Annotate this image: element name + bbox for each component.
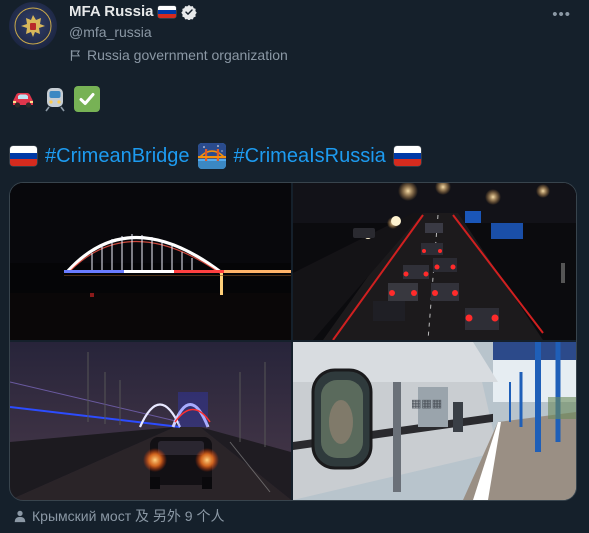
tagged-people-text: Крымский мост 及 另外 9 个人 bbox=[32, 508, 225, 524]
russia-flag-icon bbox=[10, 146, 37, 166]
account-name-row: MFA Russia bbox=[69, 3, 198, 20]
person-icon bbox=[14, 510, 26, 523]
avatar[interactable] bbox=[9, 2, 57, 50]
check-mark-icon bbox=[74, 86, 100, 112]
org-label: Russia government organization bbox=[69, 47, 288, 63]
media-grid: ▦▦▦ bbox=[9, 182, 577, 501]
hashtag-crimean-bridge[interactable]: #CrimeanBridge bbox=[45, 145, 190, 168]
russia-flag-icon bbox=[158, 5, 177, 18]
tagged-people[interactable]: Крымский мост 及 另外 9 个人 bbox=[13, 506, 224, 526]
bridge-car-tail-lights-image[interactable] bbox=[10, 342, 291, 500]
emoji-line bbox=[10, 86, 100, 112]
flag-outline-icon bbox=[70, 49, 81, 61]
hashtag-line: #CrimeanBridge #CrimeaIsRussia bbox=[10, 143, 421, 169]
car-icon bbox=[10, 86, 36, 112]
bridge-arch-night-image[interactable] bbox=[10, 183, 291, 340]
bridge-at-night-icon bbox=[197, 143, 226, 169]
svg-text:▦▦▦: ▦▦▦ bbox=[411, 398, 442, 410]
tweet-card: MFA Russia @mfa_russia Russia government… bbox=[0, 0, 589, 533]
account-name[interactable]: MFA Russia bbox=[69, 3, 153, 20]
account-handle[interactable]: @mfa_russia bbox=[69, 24, 152, 40]
hashtag-crimea-is-russia[interactable]: #CrimeaIsRussia bbox=[234, 145, 386, 168]
org-label-text: Russia government organization bbox=[87, 47, 288, 63]
coat-of-arms-icon bbox=[14, 7, 52, 45]
more-options-icon[interactable]: ••• bbox=[552, 6, 571, 23]
russia-flag-icon bbox=[393, 146, 421, 166]
train-platform-image[interactable]: ▦▦▦ bbox=[293, 342, 576, 500]
verified-badge-icon bbox=[181, 4, 198, 20]
train-icon bbox=[42, 86, 68, 112]
bridge-traffic-night-image[interactable] bbox=[293, 183, 576, 340]
